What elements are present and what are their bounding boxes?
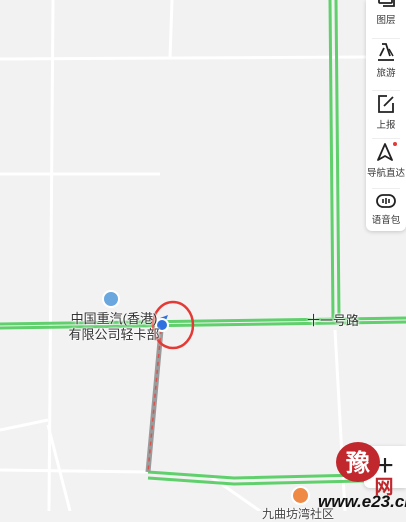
building-poi-icon[interactable] (102, 290, 120, 308)
watermark-char: 豫 (346, 449, 370, 477)
voice-pack-button[interactable]: 语音包 (366, 192, 406, 238)
layers-icon (378, 0, 395, 7)
report-button[interactable]: 上报 (366, 93, 406, 139)
travel-icon (378, 43, 394, 61)
report-icon (378, 95, 394, 113)
layers-label: 图层 (376, 15, 396, 26)
road-label: 十一号路 (307, 313, 360, 328)
voice-pack-icon (376, 194, 396, 208)
navigation-button[interactable]: 导航直达 (366, 141, 406, 187)
travel-button[interactable]: 旅游 (366, 41, 406, 87)
layers-button[interactable]: 图层 (366, 0, 406, 34)
report-label: 上报 (376, 120, 396, 131)
restaurant-poi-icon[interactable] (291, 486, 310, 505)
watermark-site: www.e23.cn (318, 492, 406, 511)
poi-label[interactable]: 中国重汽(香港) 有限公司轻卡部 (66, 311, 162, 343)
map-canvas[interactable] (0, 0, 406, 511)
travel-label: 旅游 (376, 68, 396, 79)
map-toolbar: 图层 旅游 上报 导航直达 语音包 (366, 0, 406, 231)
navigation-icon (377, 142, 397, 161)
navigation-label: 导航直达 (366, 168, 405, 179)
voice-pack-label: 语音包 (371, 215, 401, 226)
